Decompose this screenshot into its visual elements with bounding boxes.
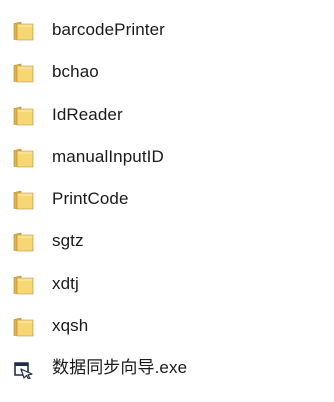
list-item[interactable]: xqsh bbox=[0, 316, 334, 359]
folder-icon bbox=[13, 232, 35, 252]
application-icon bbox=[13, 359, 35, 380]
folder-icon bbox=[13, 317, 35, 337]
file-name: xdtj bbox=[52, 273, 79, 293]
file-name: barcodePrinter bbox=[52, 20, 165, 39]
file-name: PrintCode bbox=[52, 189, 129, 209]
list-item[interactable]: barcodePrinter bbox=[0, 20, 334, 63]
list-item[interactable]: sgtz bbox=[0, 231, 334, 274]
folder-icon bbox=[13, 106, 35, 126]
list-item[interactable]: 数据同步向导.exe bbox=[0, 358, 334, 401]
list-item[interactable]: xdtj bbox=[0, 273, 334, 317]
folder-icon bbox=[13, 275, 35, 295]
file-name: sgtz bbox=[52, 231, 84, 251]
folder-icon bbox=[13, 21, 35, 41]
file-list: barcodePrinter bchao IdReader manualInpu… bbox=[0, 20, 334, 402]
folder-icon bbox=[13, 190, 35, 210]
list-item[interactable]: IdReader bbox=[0, 104, 334, 148]
file-name: 数据同步向导.exe bbox=[52, 358, 188, 378]
file-name: bchao bbox=[52, 62, 99, 82]
list-item[interactable]: manualInputID bbox=[0, 146, 334, 190]
folder-icon bbox=[13, 63, 35, 83]
file-explorer-view: { "files": [ {"name": "barcodePrinter", … bbox=[0, 0, 334, 389]
file-name: manualInputID bbox=[52, 146, 164, 166]
file-name: xqsh bbox=[52, 316, 89, 336]
list-item[interactable]: bchao bbox=[0, 62, 334, 105]
folder-icon bbox=[13, 148, 35, 168]
list-item[interactable]: PrintCode bbox=[0, 189, 334, 232]
file-name: IdReader bbox=[52, 104, 123, 124]
